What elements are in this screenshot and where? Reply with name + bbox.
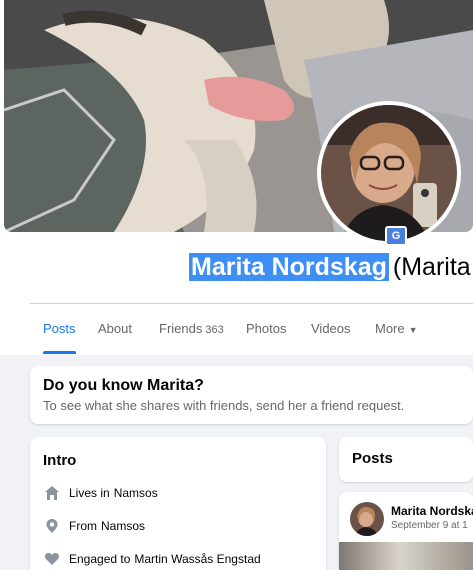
intro-item-label: Engaged to [69, 552, 131, 566]
intro-item-label: Lives in [69, 486, 110, 500]
posts-header-card: Posts [339, 437, 473, 482]
intro-item-relationship: Engaged to Martin Wassås Engstad [43, 549, 261, 569]
tab-friends-label: Friends [159, 321, 203, 336]
intro-item-value[interactable]: Namsos [114, 486, 158, 500]
house-icon [43, 484, 61, 502]
tab-photos-label: Photos [246, 321, 287, 336]
post-image[interactable] [339, 542, 473, 570]
friends-count: 363 [205, 324, 224, 336]
tab-videos[interactable]: Videos [311, 304, 351, 354]
profile-tabs: Posts About Friends 363 Photos Videos Mor… [30, 304, 473, 354]
post-card: Marita Nordska September 9 at 1 [339, 492, 473, 570]
profile-alternate-name: (Marita [392, 253, 471, 281]
tab-more[interactable]: More ▼ [375, 304, 418, 354]
tab-posts-label: Posts [43, 321, 76, 336]
friend-request-card: Do you know Marita? To see what she shar… [30, 366, 473, 424]
tab-friends[interactable]: Friends 363 [159, 304, 224, 354]
posts-title: Posts [352, 450, 393, 467]
location-pin-icon [43, 517, 61, 535]
tab-more-label: More [375, 321, 405, 336]
profile-avatar[interactable] [317, 101, 461, 245]
profile-name-row: Marita Nordskag (Marita [189, 251, 471, 283]
friend-request-title: Do you know Marita? [43, 377, 204, 394]
post-date[interactable]: September 9 at 1 [391, 520, 468, 531]
tab-photos[interactable]: Photos [246, 304, 286, 354]
heart-icon [43, 550, 61, 568]
tab-about[interactable]: About [98, 304, 132, 354]
tab-posts[interactable]: Posts [43, 304, 76, 354]
intro-item-lives-in: Lives in Namsos [43, 483, 158, 503]
intro-item-from: From Namsos [43, 516, 145, 536]
intro-card: Intro Lives in Namsos From Namsos Engaged … [30, 437, 326, 570]
caret-down-icon: ▼ [408, 325, 418, 335]
intro-title: Intro [43, 452, 77, 469]
translate-icon[interactable]: G [385, 226, 407, 246]
profile-name: Marita Nordskag [189, 253, 389, 281]
post-author-name[interactable]: Marita Nordska [391, 504, 473, 518]
tab-about-label: About [98, 321, 132, 336]
intro-item-label: From [69, 519, 97, 533]
intro-item-value[interactable]: Namsos [101, 519, 145, 533]
tab-videos-label: Videos [311, 321, 351, 336]
post-author-avatar[interactable] [350, 502, 384, 536]
friend-request-subtitle: To see what she shares with friends, sen… [43, 398, 405, 413]
intro-item-value[interactable]: Martin Wassås Engstad [134, 552, 260, 566]
